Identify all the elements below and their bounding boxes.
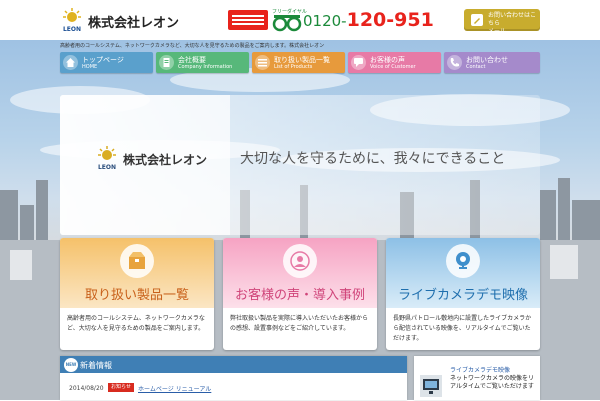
document-icon — [159, 55, 174, 70]
user-speech-icon — [283, 244, 317, 278]
phone-icon — [447, 55, 462, 70]
phone-number[interactable]: 0120-120-951 — [303, 9, 434, 32]
news-item-link[interactable]: ホームページ リニューアル — [138, 384, 211, 393]
home-icon — [63, 55, 78, 70]
box-icon — [120, 244, 154, 278]
site-tagline: 高齢者用のコールシステム、ネットワークカメラなど、大切な人を見守るための製品をご… — [60, 43, 325, 49]
svg-text:LEON: LEON — [63, 26, 81, 33]
list-icon — [255, 55, 270, 70]
side-banner-title: ライブカメラデモ映像 — [450, 367, 511, 374]
freedial-mark: フリーダイヤル — [272, 9, 307, 32]
nav-company-sub: Company Information — [178, 64, 233, 70]
news-new-badge: NEW — [64, 358, 78, 372]
nav-products[interactable]: 取り扱い製品一覧 List of Products — [252, 52, 345, 73]
nav-voice-sub: Voice of Customer — [370, 64, 416, 70]
card-livecam-title: ライブカメラデモ映像 — [397, 288, 528, 303]
card-products[interactable]: 取り扱い製品一覧 高齢者用のコールシステム、ネットワークカメラなど、大切な人を見… — [60, 238, 214, 350]
nav-products-sub: List of Products — [274, 64, 313, 70]
phone-main: 120-951 — [346, 9, 434, 31]
mail-button-line1: お問い合わせはこちら — [488, 12, 537, 27]
lion-logo-icon: LEON — [98, 146, 116, 171]
company-logo[interactable]: LEON 株式会社レオン — [60, 5, 179, 35]
card-voice-title: お客様の声・導入事例 — [234, 288, 365, 303]
phone-prefix: 0120- — [303, 12, 347, 30]
news-item-category: お知らせ — [108, 383, 134, 392]
news-heading: 新着情報 — [80, 361, 112, 370]
news-item-date: 2014/08/20 — [69, 385, 104, 392]
freedial-badge — [228, 10, 268, 30]
nav-home[interactable]: トップページ HOME — [60, 52, 153, 73]
nav-contact-sub: Contact — [466, 64, 486, 70]
company-name: 株式会社レオン — [88, 16, 180, 31]
nav-home-sub: HOME — [82, 64, 98, 70]
hero-slogan: 大切な人を守るために、我々にできること — [240, 151, 506, 167]
contact-mail-button[interactable]: お問い合わせはこちら メール — [464, 9, 540, 35]
lion-logo-icon: LEON — [63, 8, 81, 33]
svg-text:LEON: LEON — [98, 164, 116, 171]
pencil-icon — [471, 14, 483, 26]
freedial-icon — [272, 15, 302, 32]
speech-bubble-icon — [351, 55, 366, 70]
monitor-icon — [423, 379, 439, 394]
card-voice[interactable]: お客様の声・導入事例 弊社取扱い製品を実際に導入いただいたお客様からの感想、設置… — [223, 238, 377, 350]
webcam-icon — [446, 244, 480, 278]
hero-company-name: 株式会社レオン — [123, 153, 208, 167]
nav-company[interactable]: 会社概要 Company Information — [156, 52, 249, 73]
camera-thumbnail — [420, 375, 442, 397]
card-livecam-desc: 長野県パトロール敷地内に設置したライブカメラから配信されている映像を、リアルタイ… — [393, 315, 532, 342]
side-banner-text: ネットワークカメラの映像をリアルタイムでご覧いただけます — [450, 375, 535, 390]
nav-voice[interactable]: お客様の声 Voice of Customer — [348, 52, 441, 73]
card-livecam[interactable]: ライブカメラデモ映像 長野県パトロール敷地内に設置したライブカメラから配信されて… — [386, 238, 540, 350]
card-products-desc: 高齢者用のコールシステム、ネットワークカメラなど、大切な人を見守るための製品をご… — [67, 315, 205, 332]
card-voice-desc: 弊社取扱い製品を実際に導入いただいたお客様からの感想、設置事例などをご紹介してい… — [230, 315, 369, 332]
mail-button-line2: メール — [488, 28, 507, 35]
card-products-title: 取り扱い製品一覧 — [84, 288, 189, 303]
news-header-bar — [60, 356, 407, 373]
nav-contact[interactable]: お問い合わせ Contact — [444, 52, 540, 73]
hero-company-logo: LEON 株式会社レオン — [95, 145, 208, 175]
